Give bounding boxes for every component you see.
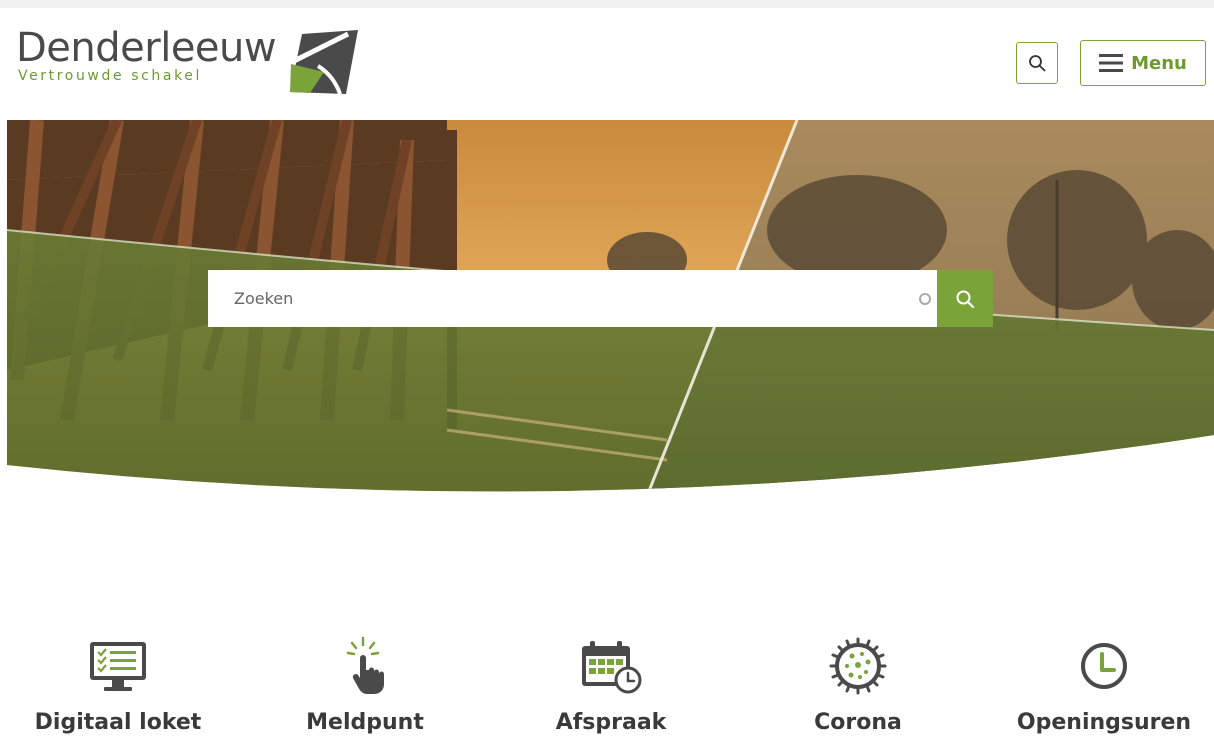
quick-link-openingsuren[interactable]: Openingsuren — [999, 630, 1209, 742]
calendar-clock-icon — [578, 636, 644, 696]
quick-links: Digitaal loket Meldpunt Afspraak Corona … — [0, 630, 1214, 742]
search-icon — [956, 290, 975, 308]
quick-link-digitaal-loket[interactable]: Digitaal loket — [13, 630, 223, 742]
search-submit-button[interactable] — [937, 270, 993, 327]
clock-icon — [1071, 636, 1137, 696]
clear-search-icon[interactable] — [919, 292, 931, 305]
pointing-hand-icon — [332, 636, 398, 696]
menu-label: Menu — [1131, 52, 1187, 74]
site-header: Denderleeuw Vertrouwde schakel Menu — [0, 8, 1214, 120]
monitor-checklist-icon — [85, 636, 151, 696]
logo-mark-icon — [290, 30, 358, 95]
header-search-button[interactable] — [1016, 42, 1058, 84]
menu-button[interactable]: Menu — [1080, 40, 1206, 86]
search-input[interactable] — [208, 270, 919, 327]
hamburger-icon — [1099, 54, 1124, 72]
quick-link-label: Openingsuren — [1016, 710, 1192, 735]
site-name: Denderleeuw — [16, 25, 277, 71]
quick-link-label: Corona — [814, 710, 902, 735]
quick-link-label: Digitaal loket — [34, 710, 202, 735]
hero-banner — [7, 120, 1214, 496]
virus-icon — [825, 636, 891, 696]
quick-link-label: Afspraak — [555, 710, 667, 735]
site-tagline: Vertrouwde schakel — [18, 68, 202, 84]
site-logo[interactable]: Denderleeuw Vertrouwde schakel — [16, 24, 366, 114]
quick-link-meldpunt[interactable]: Meldpunt — [260, 630, 470, 742]
top-border — [0, 0, 1214, 8]
quick-link-label: Meldpunt — [306, 710, 424, 735]
hero-search-bar — [208, 270, 993, 327]
search-icon — [1029, 55, 1046, 72]
quick-link-afspraak[interactable]: Afspraak — [506, 630, 716, 742]
quick-link-corona[interactable]: Corona — [753, 630, 963, 742]
